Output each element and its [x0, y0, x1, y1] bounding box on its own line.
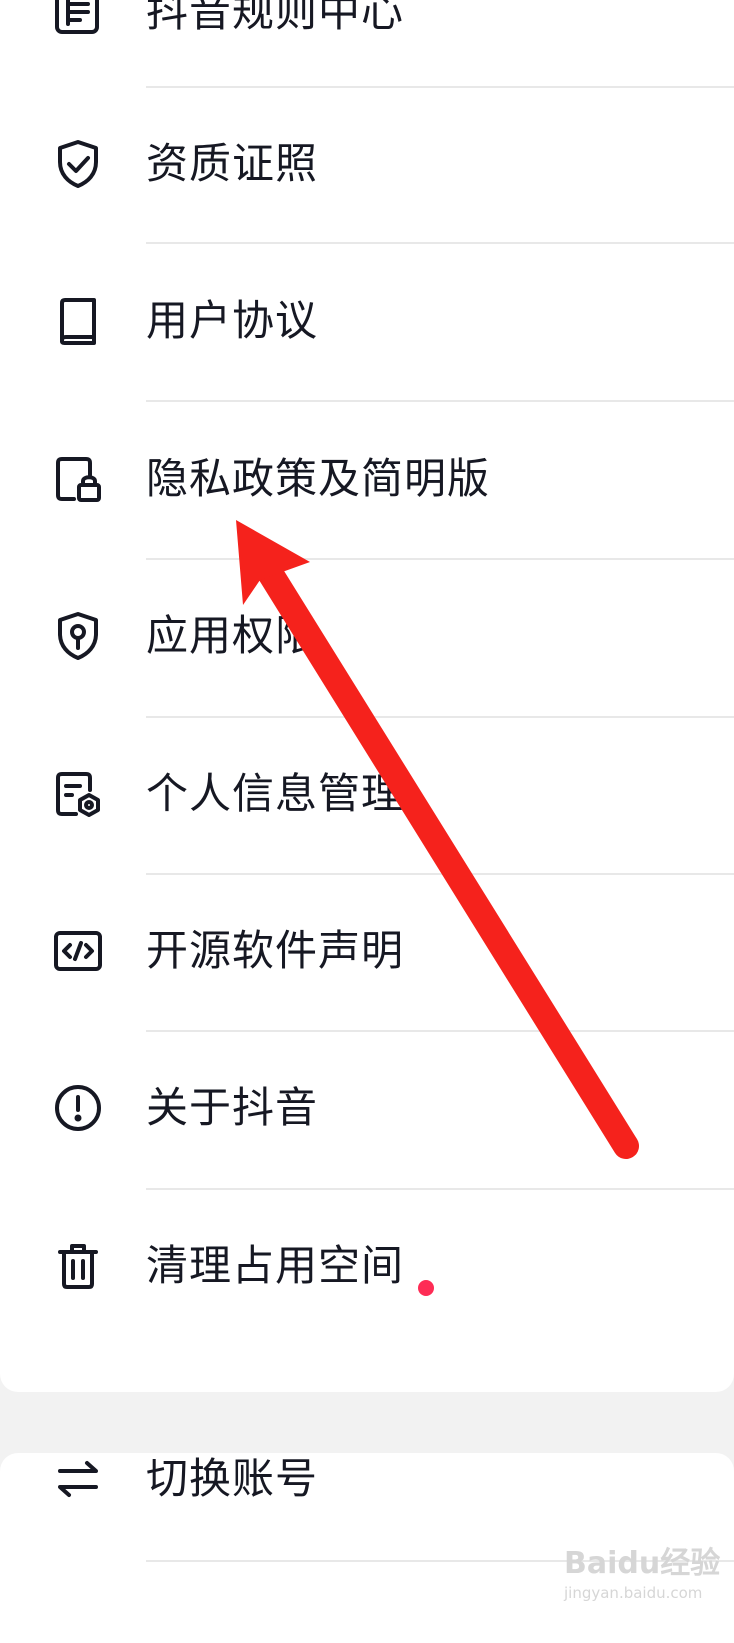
menu-item-label: 抖音规则中心 [146, 0, 405, 36]
menu-item-switch-account[interactable]: 切换账号 [0, 1397, 734, 1560]
rules-document-icon [52, 0, 104, 38]
menu-item-app-permissions[interactable]: 应用权限 [0, 554, 734, 717]
menu-item-about[interactable]: 关于抖音 [0, 1026, 734, 1189]
menu-item-label: 隐私政策及简明版 [146, 453, 491, 503]
shield-key-icon [52, 610, 104, 662]
document-gear-icon [52, 768, 104, 820]
watermark-main: Baidu经验 [564, 1546, 721, 1581]
menu-item-label: 应用权限 [146, 610, 319, 660]
menu-item-label: 关于抖音 [146, 1082, 319, 1132]
menu-item-label: 开源软件声明 [146, 925, 405, 975]
trash-icon [52, 1240, 104, 1292]
menu-item-label: 用户协议 [146, 295, 319, 345]
menu-item-rules-center[interactable]: 抖音规则中心 [0, 0, 734, 93]
book-icon [52, 295, 104, 347]
menu-item-personal-info[interactable]: 个人信息管理 [0, 712, 734, 875]
menu-item-privacy-policy[interactable]: 隐私政策及简明版 [0, 397, 734, 560]
notification-dot [418, 1280, 434, 1296]
info-circle-icon [52, 1082, 104, 1134]
watermark: Baidu经验 jingyan.baidu.com [560, 1538, 730, 1610]
privacy-lock-icon [52, 453, 104, 505]
menu-item-label: 切换账号 [146, 1453, 319, 1503]
menu-item-label: 资质证照 [146, 138, 319, 188]
menu-item-clear-storage[interactable]: 清理占用空间 [0, 1184, 734, 1347]
shield-check-icon [52, 138, 104, 190]
switch-arrows-icon [52, 1453, 104, 1505]
menu-item-qualifications[interactable]: 资质证照 [0, 82, 734, 245]
menu-item-user-agreement[interactable]: 用户协议 [0, 239, 734, 402]
code-icon [52, 925, 104, 977]
menu-item-open-source[interactable]: 开源软件声明 [0, 869, 734, 1032]
watermark-sub: jingyan.baidu.com [564, 1584, 703, 1602]
menu-item-label: 清理占用空间 [146, 1240, 405, 1290]
menu-item-label: 个人信息管理 [146, 768, 405, 818]
